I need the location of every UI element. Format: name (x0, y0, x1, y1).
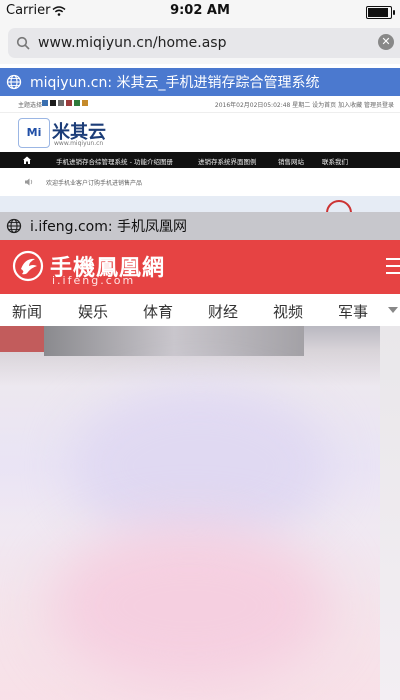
nav-item[interactable]: 销售网站 (278, 156, 304, 166)
theme-swatch[interactable] (50, 100, 56, 106)
url-field[interactable] (8, 28, 400, 58)
category-tab[interactable]: 视频 (273, 301, 303, 322)
battery-icon (366, 6, 395, 19)
image-region (50, 526, 330, 686)
tab-title: miqiyun.cn: 米其云_手机进销存踪合管理系统 (30, 75, 320, 91)
site-nav: 手机进销存合综管理系统 - 功能介绍图册 进销存系统界面图例 销售网站 联系我们 (0, 152, 400, 168)
theme-swatch[interactable] (74, 100, 80, 106)
phoenix-logo-icon (12, 250, 44, 282)
category-tab[interactable]: 体育 (143, 301, 173, 322)
ifeng-brand-domain: i.ifeng.com (52, 274, 136, 287)
category-tab[interactable]: 娱乐 (78, 301, 108, 322)
theme-label: 主题选择 (18, 102, 43, 109)
category-tab[interactable]: 财经 (208, 301, 238, 322)
nav-item[interactable]: 进销存系统界面图例 (198, 156, 257, 166)
image-region (70, 386, 330, 546)
search-icon (16, 36, 30, 50)
clear-icon[interactable]: ✕ (378, 34, 394, 50)
category-tab[interactable]: 新闻 (12, 301, 42, 322)
page-preview-ifeng[interactable]: 手機鳳凰網 i.ifeng.com 新闻 娱乐 体育 财经 视频 军事 (0, 240, 400, 700)
notice-bar: 欢迎手机业客户订购手机进销售产品 (0, 172, 400, 192)
banner-circle (326, 200, 352, 212)
page-top-bar: 主题选择 2016年02月02日05:02:48 星期二 设为首页 加入收藏 管… (0, 96, 400, 113)
address-bar (0, 22, 400, 64)
theme-swatch[interactable] (42, 100, 48, 106)
site-logo-url: www.miqiyun.cn (54, 140, 104, 147)
clock: 9:02 AM (170, 3, 230, 18)
speaker-icon (25, 178, 33, 186)
miqiyun-logo-icon: Mi (18, 118, 50, 148)
nav-item[interactable]: 手机进销存合综管理系统 - 功能介绍图册 (56, 156, 173, 166)
image-region (44, 326, 304, 356)
globe-icon (6, 218, 22, 234)
battery-level-fill (368, 8, 388, 17)
banner-strip (0, 196, 400, 212)
hamburger-menu-icon[interactable] (386, 258, 400, 274)
category-nav: 新闻 娱乐 体育 财经 视频 军事 (0, 294, 400, 326)
nav-item[interactable]: 联系我们 (322, 156, 348, 166)
tab-title: i.ifeng.com: 手机凤凰网 (30, 219, 188, 235)
category-tab[interactable]: 军事 (338, 301, 368, 322)
tab-miqiyun[interactable]: miqiyun.cn: 米其云_手机进销存踪合管理系统 (0, 68, 400, 96)
notice-text: 欢迎手机业客户订购手机进销售产品 (46, 180, 143, 187)
theme-swatch[interactable] (58, 100, 64, 106)
globe-icon (6, 74, 22, 90)
ifeng-header: 手機鳳凰網 i.ifeng.com (0, 240, 400, 294)
theme-swatch[interactable] (82, 100, 88, 106)
page-preview-miqiyun[interactable]: 主题选择 2016年02月02日05:02:48 星期二 设为首页 加入收藏 管… (0, 96, 400, 212)
url-input[interactable] (38, 32, 378, 54)
date-and-links: 2016年02月02日05:02:48 星期二 设为首页 加入收藏 管理员登录 (214, 102, 394, 109)
blurred-content-image (0, 326, 400, 700)
image-region (380, 326, 400, 700)
chevron-down-icon[interactable] (388, 307, 398, 313)
home-icon[interactable] (22, 155, 32, 165)
image-region (0, 326, 44, 352)
tab-ifeng[interactable]: i.ifeng.com: 手机凤凰网 (0, 212, 400, 240)
theme-swatch[interactable] (66, 100, 72, 106)
status-bar: Carrier 9:02 AM (0, 0, 400, 22)
